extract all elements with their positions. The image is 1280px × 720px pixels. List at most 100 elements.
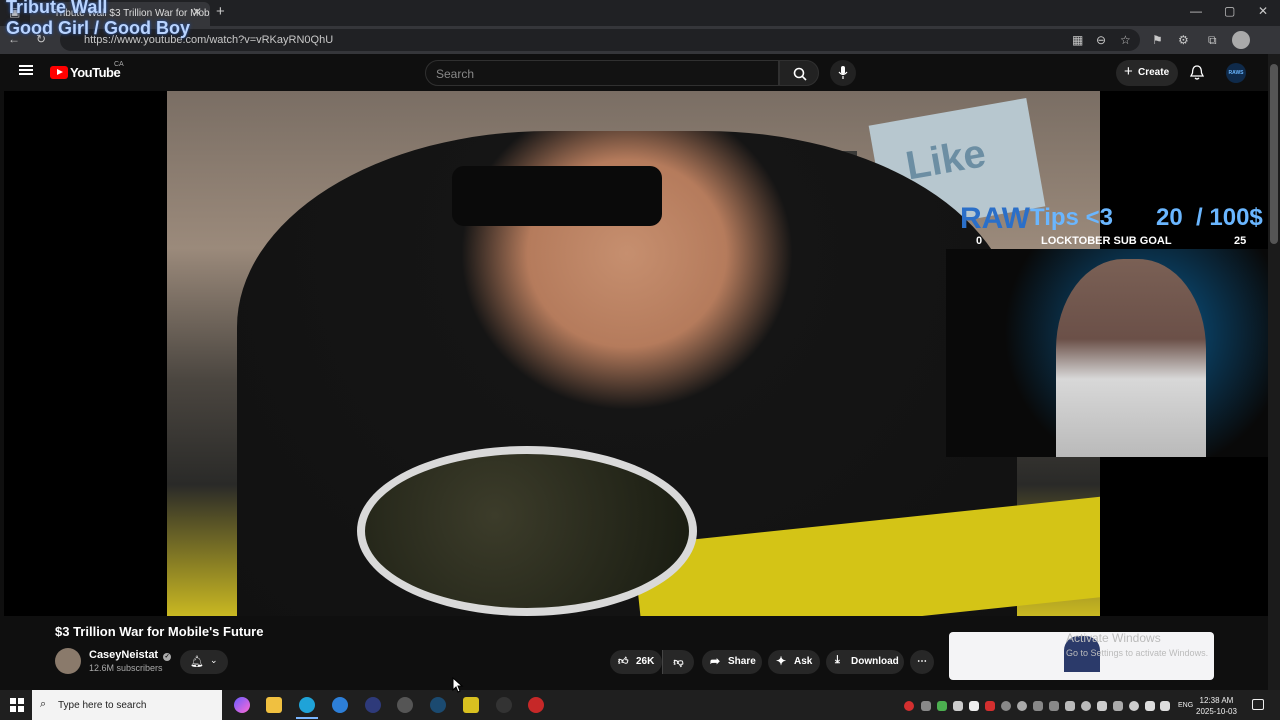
- tray-icon[interactable]: [1065, 701, 1075, 711]
- sub-goal-start: 0: [976, 235, 983, 247]
- create-label: Create: [1138, 67, 1170, 78]
- raw-logo: RAW: [960, 202, 1030, 235]
- app-icon[interactable]: [463, 697, 479, 713]
- account-avatar[interactable]: RAWS: [1226, 63, 1246, 83]
- sub-goal-label: LOCKTOBER SUB GOAL: [1041, 235, 1172, 247]
- tray-icon[interactable]: [1081, 701, 1091, 711]
- ask-label: Ask: [794, 656, 813, 667]
- more-actions-button[interactable]: ⋯: [910, 650, 934, 674]
- menu-icon[interactable]: [19, 65, 33, 75]
- search-icon: [793, 67, 807, 81]
- new-tab-icon[interactable]: +: [216, 3, 225, 20]
- language-indicator[interactable]: ENG: [1178, 702, 1193, 709]
- close-window-icon[interactable]: ✕: [1258, 4, 1268, 18]
- copilot-icon[interactable]: [234, 697, 250, 713]
- tray-record-icon[interactable]: [904, 701, 914, 711]
- sparkle-icon: ✦: [776, 654, 787, 668]
- file-explorer-icon[interactable]: [266, 697, 282, 713]
- sunglasses: [452, 166, 662, 226]
- tribute-overlay: Tribute Wall Good Girl / Good Boy: [6, 0, 190, 39]
- app-icon[interactable]: [528, 697, 544, 713]
- search-icon: ⌕: [40, 698, 47, 710]
- tray-icon[interactable]: [1113, 701, 1123, 711]
- download-button[interactable]: ⤓ Download: [826, 650, 904, 674]
- activate-windows-title: Activate Windows: [1066, 631, 1161, 645]
- tray-icon[interactable]: [953, 701, 963, 711]
- tray-icon[interactable]: [921, 701, 931, 711]
- windows-start-icon[interactable]: [10, 698, 24, 712]
- dislike-button[interactable]: 👎︎: [662, 650, 694, 674]
- youtube-logo-text[interactable]: YouTube: [70, 65, 121, 80]
- app-icon[interactable]: [332, 697, 348, 713]
- tray-icon[interactable]: [1001, 701, 1011, 711]
- app-icon[interactable]: [365, 697, 381, 713]
- notifications-bell-icon[interactable]: [1190, 65, 1204, 81]
- share-icon: ➦: [710, 654, 721, 668]
- close-tab-icon[interactable]: ✕: [192, 5, 202, 19]
- app-icon[interactable]: ▦: [1072, 33, 1083, 47]
- download-label: Download: [851, 656, 899, 667]
- address-bar-row: ← ↻ https://www.youtube.com/watch?v=vRKa…: [0, 26, 1280, 54]
- network-icon[interactable]: [1145, 701, 1155, 711]
- voice-search-button[interactable]: [830, 60, 856, 86]
- like-count: 26K: [636, 656, 655, 667]
- notification-icon[interactable]: [1252, 699, 1264, 710]
- verified-icon: ✓: [163, 653, 172, 661]
- search-input[interactable]: Search: [425, 60, 779, 86]
- tray-icon[interactable]: [1097, 701, 1107, 711]
- tray-icon[interactable]: [937, 701, 947, 711]
- zoom-icon[interactable]: ⊖: [1096, 33, 1106, 47]
- create-button[interactable]: + Create: [1116, 60, 1178, 86]
- tray-icon[interactable]: [985, 701, 995, 711]
- region-code: CA: [114, 61, 124, 68]
- like-sign-text: Like: [902, 131, 990, 189]
- sub-goal-bar: 0 LOCKTOBER SUB GOAL 25: [950, 235, 1268, 249]
- obs-icon[interactable]: [496, 697, 512, 713]
- thumbs-down-icon: 👎︎: [673, 657, 684, 668]
- active-indicator: [296, 717, 318, 719]
- steam-icon[interactable]: [430, 697, 446, 713]
- tray-icon[interactable]: [969, 701, 979, 711]
- tribute-line2: Good Girl / Good Boy: [6, 18, 190, 38]
- tray-icon[interactable]: [1049, 701, 1059, 711]
- tray-icon[interactable]: [1033, 701, 1043, 711]
- settings-icon[interactable]: [397, 697, 413, 713]
- mouse-cursor-icon: [452, 677, 464, 693]
- activate-windows-subtitle: Go to Settings to activate Windows.: [1066, 648, 1209, 658]
- more-icon: ⋯: [917, 656, 927, 667]
- like-button[interactable]: 👍︎ 26K: [610, 650, 662, 674]
- tray-icon[interactable]: [1017, 701, 1027, 711]
- edge-icon[interactable]: [299, 697, 315, 713]
- clock-date: 2025-10-03: [1196, 707, 1237, 716]
- system-clock[interactable]: 12:38 AM 2025-10-03: [1196, 695, 1237, 717]
- goal-current: 20: [1156, 204, 1183, 231]
- maximize-icon[interactable]: ▢: [1224, 4, 1235, 18]
- youtube-logo-icon[interactable]: [50, 66, 68, 79]
- streamer-figure: [1056, 259, 1206, 457]
- download-icon: ⤓: [835, 654, 840, 666]
- scrollbar-thumb[interactable]: [1270, 64, 1278, 244]
- channel-name[interactable]: CaseyNeistat ✓: [89, 649, 172, 661]
- tips-goal: 20 / 100$: [1156, 204, 1263, 232]
- page-scrollbar[interactable]: [1268, 54, 1280, 690]
- minimize-icon[interactable]: —: [1190, 4, 1202, 18]
- thumbs-up-icon: 👍︎: [618, 656, 629, 667]
- share-button[interactable]: ➦ Share: [702, 650, 762, 674]
- tray-icon[interactable]: [1129, 701, 1139, 711]
- sub-goal-end: 25: [1234, 235, 1247, 247]
- collections-icon[interactable]: ⧉: [1208, 33, 1217, 48]
- search-button[interactable]: [779, 60, 819, 86]
- channel-avatar[interactable]: [55, 648, 81, 674]
- volume-icon[interactable]: [1160, 701, 1170, 711]
- puzzle-icon[interactable]: ⚙: [1178, 33, 1189, 47]
- url-field[interactable]: https://www.youtube.com/watch?v=vRKayRN0…: [60, 29, 1140, 51]
- profile-avatar[interactable]: [1232, 31, 1250, 49]
- taskbar-search-input[interactable]: ⌕ Type here to search: [32, 690, 222, 720]
- tribute-line1: Tribute Wall: [6, 0, 108, 17]
- channel-name-text: CaseyNeistat: [89, 649, 159, 661]
- extensions-icon[interactable]: ⚑: [1152, 33, 1163, 47]
- subscription-bell-button[interactable]: 🔔︎ ⌄: [180, 650, 228, 674]
- favorite-icon[interactable]: ☆: [1120, 33, 1131, 47]
- ask-button[interactable]: ✦ Ask: [768, 650, 820, 674]
- youtube-header: YouTube CA Search + Create RAWS: [0, 54, 1268, 91]
